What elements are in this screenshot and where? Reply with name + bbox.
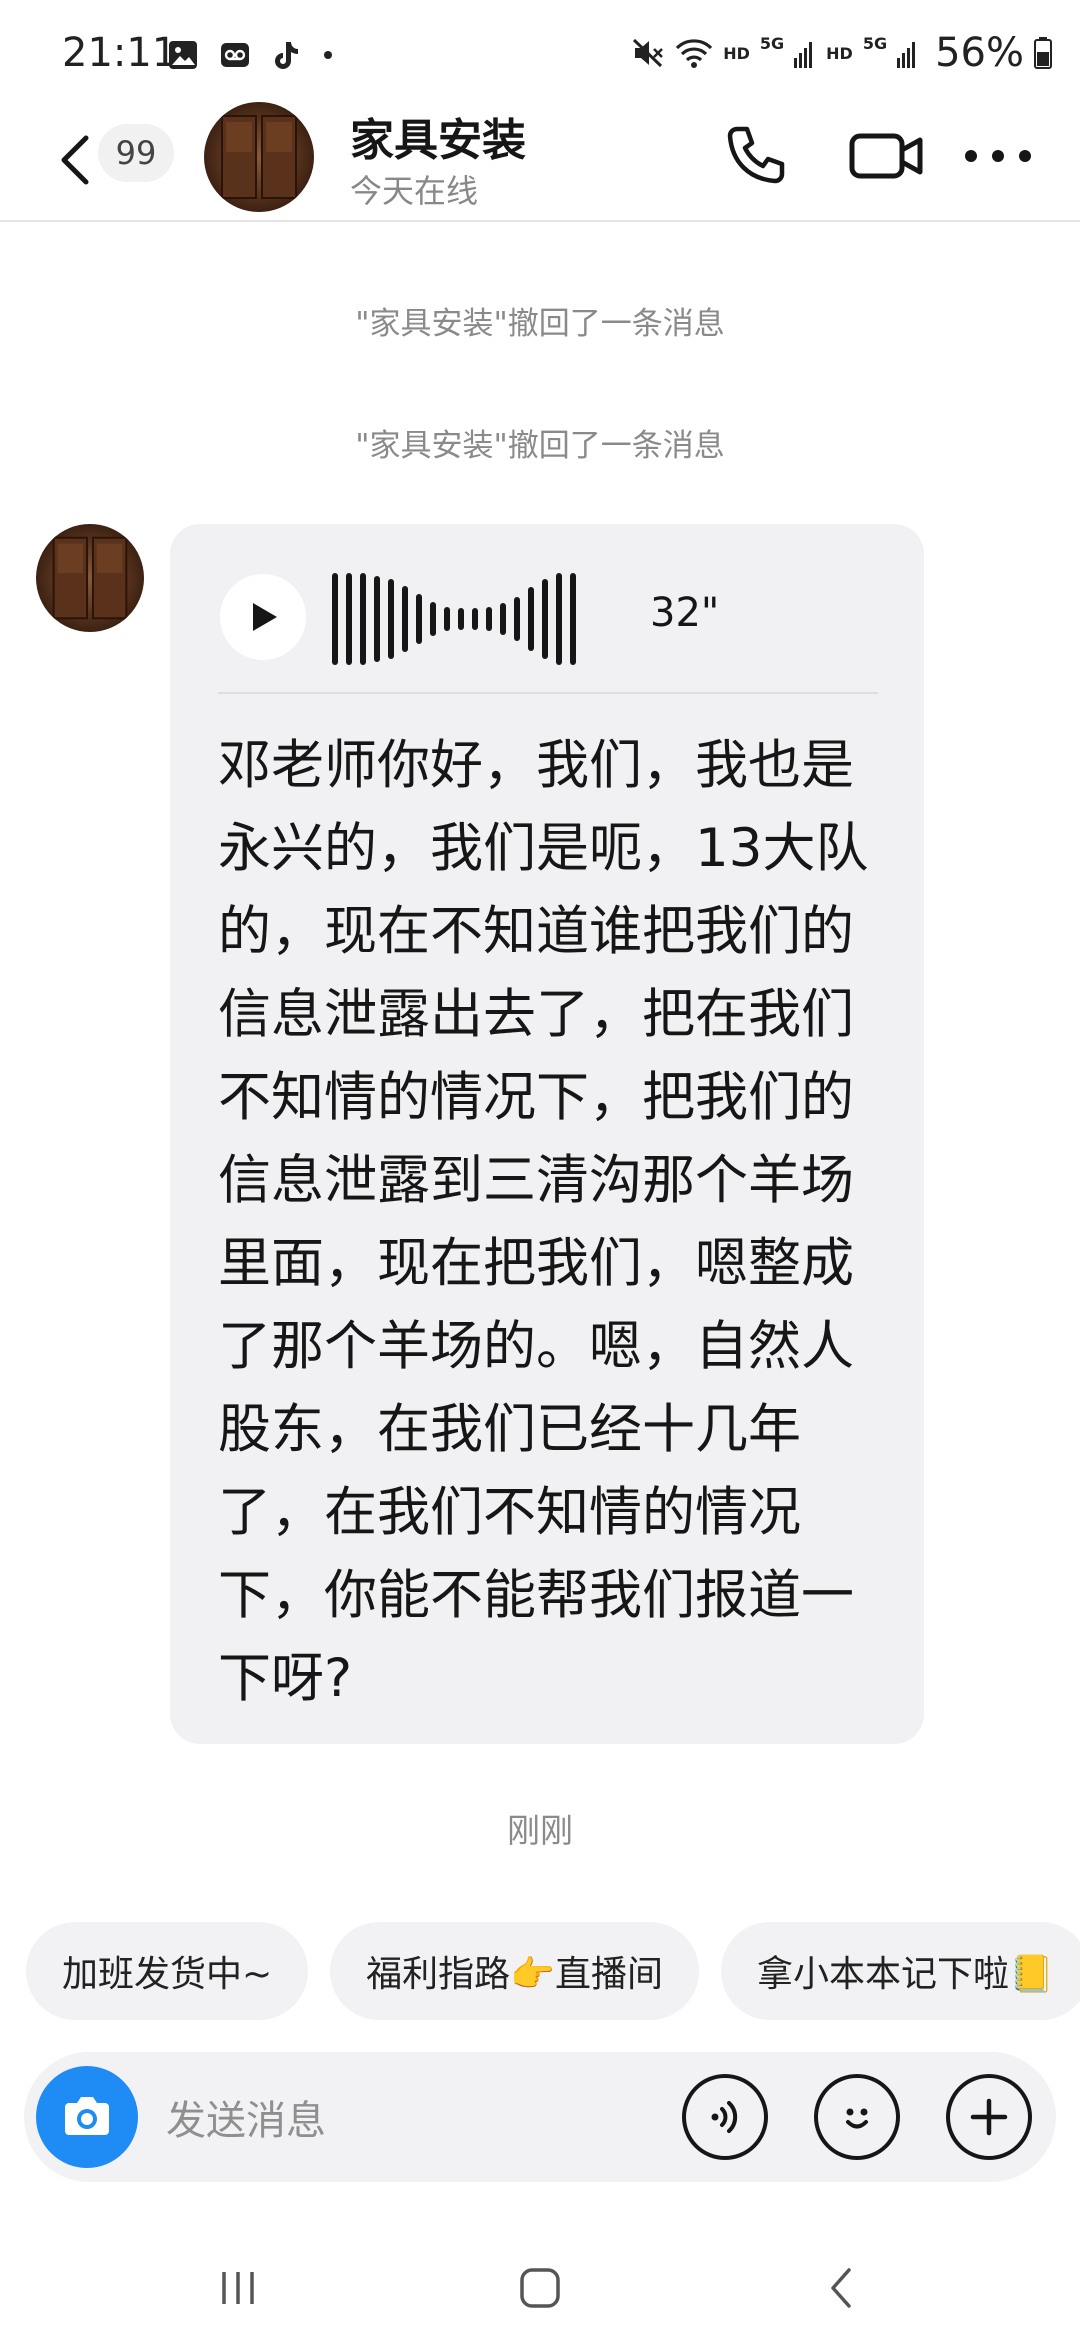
play-icon — [253, 603, 277, 631]
quick-reply-chip[interactable]: 拿小本本记下啦📒 — [721, 1922, 1080, 2020]
sender-avatar[interactable] — [36, 524, 144, 632]
recall-notice: "家具安装"撤回了一条消息 — [355, 428, 725, 464]
more-actions-button[interactable] — [946, 2074, 1032, 2160]
back-icon — [61, 135, 89, 185]
phone-icon — [727, 126, 785, 184]
dot-icon — [324, 51, 332, 59]
system-nav-bar — [0, 2236, 1080, 2340]
recents-icon — [222, 2272, 254, 2304]
hd-label: HD — [826, 43, 853, 63]
network-type-label: 5G — [759, 34, 785, 53]
contact-online-status: 今天在线 — [350, 172, 479, 210]
nav-back-button[interactable] — [802, 2256, 882, 2320]
video-call-icon — [849, 133, 923, 179]
voice-player: 32" — [220, 554, 880, 684]
plus-icon — [970, 2098, 1008, 2136]
wifi-icon — [676, 39, 713, 68]
quick-reply-chip[interactable]: 加班发货中~ — [26, 1922, 309, 2020]
emoji-icon — [846, 2108, 868, 2129]
tiktok-icon — [275, 42, 298, 69]
audio-waveform — [332, 564, 576, 674]
camera-icon — [65, 2097, 109, 2135]
quick-reply-chip[interactable]: 福利指路👉直播间 — [330, 1922, 699, 2020]
message-input-bar: 发送消息 — [24, 2052, 1056, 2182]
voice-call-button[interactable] — [716, 120, 796, 192]
contact-name[interactable]: 家具安装 — [350, 104, 526, 168]
recents-button[interactable] — [198, 2256, 278, 2320]
contact-avatar[interactable] — [204, 102, 314, 212]
voicemail-icon — [221, 43, 249, 67]
voice-duration: 32" — [650, 590, 720, 636]
mute-icon — [633, 38, 664, 68]
quick-reply-bar: 加班发货中~ 福利指路👉直播间 拿小本本记下啦📒 — [26, 1922, 1080, 2020]
message-timestamp: 刚刚 — [507, 1811, 573, 1850]
voice-input-icon — [711, 2101, 738, 2133]
back-button[interactable] — [54, 130, 98, 190]
status-time: 21:11 — [62, 30, 178, 76]
battery-icon — [1034, 37, 1052, 69]
more-icon — [965, 150, 1031, 162]
voice-transcript: 邓老师你好，我们，我也是永兴的，我们是呃，13大队的，现在不知道谁把我们的信息泄… — [218, 735, 869, 1709]
nav-back-icon — [831, 2268, 851, 2308]
play-button[interactable] — [220, 574, 306, 660]
message-input[interactable]: 发送消息 — [166, 2088, 326, 2146]
status-bar: 21:11 HD 5G HD 5G 56% — [0, 0, 1080, 110]
home-button[interactable] — [500, 2256, 580, 2320]
signal-5g-icon — [897, 42, 916, 68]
battery-percent: 56% — [935, 30, 1024, 76]
emoji-button[interactable] — [814, 2074, 900, 2160]
hd-label: HD — [723, 43, 750, 63]
notification-icons — [168, 40, 334, 70]
network-type-label: 5G — [862, 34, 888, 53]
home-icon — [520, 2268, 560, 2308]
voice-message-bubble[interactable]: 32" 邓老师你好，我们，我也是永兴的，我们是呃，13大队的，现在不知道谁把我们… — [170, 524, 924, 1744]
camera-button[interactable] — [36, 2066, 138, 2168]
gallery-icon — [169, 41, 197, 69]
voice-input-button[interactable] — [682, 2074, 768, 2160]
bubble-divider — [218, 692, 878, 694]
more-options-button[interactable] — [954, 120, 1042, 192]
video-call-button[interactable] — [836, 120, 936, 192]
unread-count-badge[interactable]: 99 — [98, 124, 174, 182]
signal-5g-icon — [794, 42, 813, 68]
system-icons: HD 5G HD 5G 56% — [631, 30, 1052, 76]
recall-notice: "家具安装"撤回了一条消息 — [355, 306, 725, 342]
